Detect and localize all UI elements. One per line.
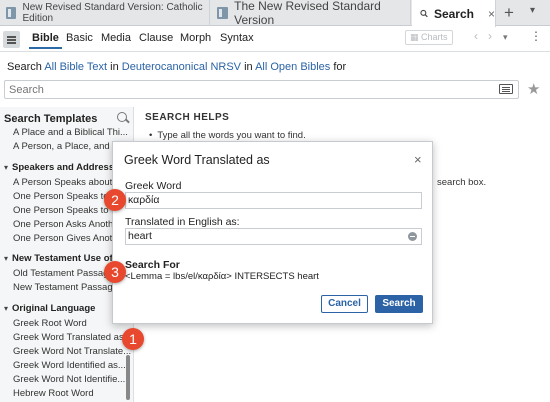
template-item[interactable]: One Person Speaks to [13,191,109,202]
tab-nrsv[interactable]: The New Revised Standard Version [211,0,411,27]
arrow-right-icon[interactable] [408,232,417,241]
more-options-icon[interactable]: ⋮ [530,29,542,43]
search-helps-text: search box. [437,177,487,188]
search-query-preview: <Lemma = lbs/el/καρδία> INTERSECTS heart [125,271,319,282]
template-item[interactable]: Greek Word Not Identifie... [13,374,125,385]
template-group[interactable]: New Testament Use of th [4,253,124,264]
close-icon[interactable]: × [414,152,422,167]
template-item[interactable]: Greek Word Identified as... [13,360,126,371]
template-item[interactable]: Old Testament Passage [13,268,114,279]
scope-suffix: for [333,61,347,73]
star-icon[interactable]: ★ [527,80,540,98]
template-group[interactable]: Original Language [4,303,95,314]
back-arrow-icon[interactable]: ‹ [474,29,478,43]
greek-word-label: Greek Word [125,180,182,192]
template-item[interactable]: Greek Word Not Translate... [13,346,131,357]
dropdown-arrow-icon[interactable]: ▾ [503,32,508,43]
search-box [4,80,519,99]
scope-in: in [110,61,119,73]
keyboard-icon[interactable] [499,84,513,94]
search-toolbar: Bible Basic Media Clause Morph Syntax ▦ … [0,27,550,52]
template-item[interactable]: A Place and a Biblical Thi... [13,127,128,138]
search-helps-bullet: Type all the words you want to find. [149,130,305,141]
charts-label: Charts [421,32,448,42]
template-item[interactable]: One Person Asks Another [13,219,122,230]
greek-word-dialog: Greek Word Translated as × Greek Word κα… [112,141,433,324]
scope-text-link[interactable]: All Bible Text [44,61,107,73]
template-item[interactable]: One Person Gives Anothe [13,233,123,244]
resource-link[interactable]: Deuterocanonical NRSV [122,61,241,73]
book-icon [217,7,229,19]
kind-tab-morph[interactable]: Morph [180,32,211,44]
panel-menu-button[interactable] [3,31,20,48]
callout-badge-3: 3 [104,261,126,283]
app-window: New Revised Standard Version: Catholic E… [0,0,550,402]
chevron-down-icon[interactable]: ▾ [530,5,535,16]
tab-nrsv-catholic[interactable]: New Revised Standard Version: Catholic E… [0,0,210,26]
scope-in: in [244,61,253,73]
tab-label: New Revised Standard Version: Catholic E… [22,2,203,24]
template-item[interactable]: New Testament Passage [13,282,118,293]
template-item-selected[interactable]: Greek Word Translated as [13,332,124,343]
charts-button[interactable]: ▦ Charts [405,30,453,45]
tab-search[interactable]: Search × [412,0,496,27]
tab-label: Search [433,6,474,21]
kind-tab-clause[interactable]: Clause [139,32,173,44]
collection-link[interactable]: All Open Bibles [255,61,330,73]
callout-badge-1: 1 [122,328,144,350]
search-icon[interactable] [117,112,127,122]
template-item[interactable]: Greek Root Word [13,318,87,329]
english-translation-value: heart [128,230,152,242]
search-helps-title: SEARCH HELPS [145,112,230,123]
english-translation-field[interactable]: heart [125,228,422,245]
template-item[interactable]: One Person Speaks to [13,205,109,216]
cancel-button[interactable]: Cancel [321,295,368,313]
search-for-label: Search For [125,259,180,271]
panel-scrollbar[interactable] [126,355,130,400]
kind-tab-media[interactable]: Media [101,32,131,44]
greek-word-field[interactable]: καρδία [125,192,422,209]
dialog-title: Greek Word Translated as [124,153,270,167]
tab-strip: New Revised Standard Version: Catholic E… [0,0,550,27]
search-button[interactable]: Search [375,295,423,313]
greek-word-value: καρδία [128,194,160,206]
scope-prefix: Search [7,61,42,73]
search-icon [420,9,428,18]
panel-title: Search Templates [4,113,98,125]
search-input[interactable] [5,81,485,98]
template-item[interactable]: A Person, a Place, and a B [13,141,127,152]
callout-badge-2: 2 [104,189,126,211]
forward-arrow-icon[interactable]: › [488,29,492,43]
kind-tab-basic[interactable]: Basic [66,32,93,44]
kind-tab-bible[interactable]: Bible [29,32,62,49]
new-tab-plus-icon[interactable]: + [499,3,519,23]
kind-tab-syntax[interactable]: Syntax [220,32,254,44]
english-label: Translated in English as: [125,216,240,228]
book-icon [6,7,17,19]
search-scope-line: Search All Bible Text in Deuterocanonica… [7,61,346,73]
tab-label: The New Revised Standard Version [234,0,381,27]
template-item[interactable]: Hebrew Root Word [13,388,94,399]
close-tab-icon[interactable]: × [488,7,495,21]
